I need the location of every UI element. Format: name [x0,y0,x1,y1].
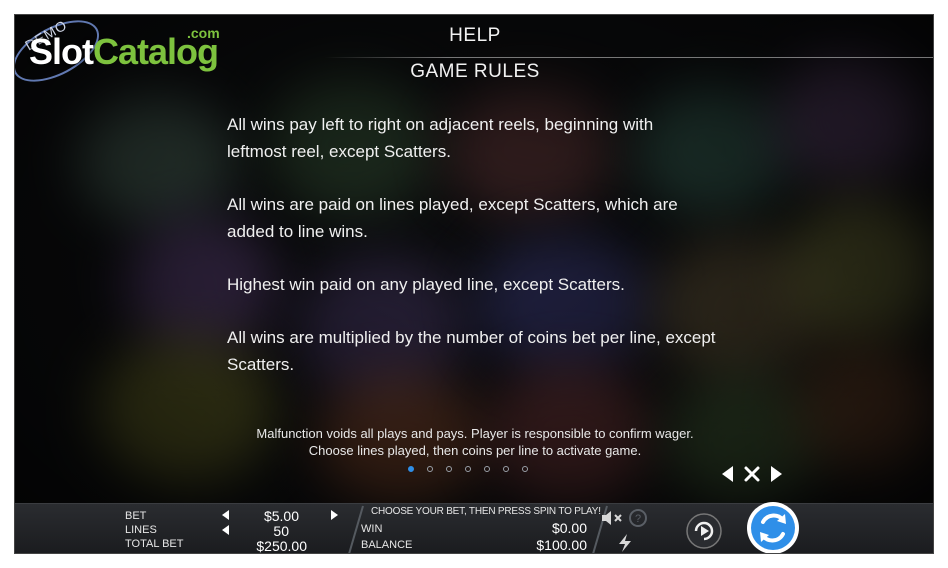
page-dot-2[interactable] [427,466,433,472]
help-title: HELP [449,25,501,46]
bet-increase-icon[interactable] [329,509,339,521]
bet-label: BET [125,510,147,522]
rule-item: All wins are multiplied by the number of… [227,328,716,374]
page-dot-4[interactable] [465,466,471,472]
win-label: WIN [361,523,383,535]
page-dot-7[interactable] [522,466,528,472]
spin-prompt: CHOOSE YOUR BET, THEN PRESS SPIN TO PLAY… [371,506,601,517]
total-bet-label: TOTAL BET [125,538,184,550]
page-indicator [408,466,528,476]
header-divider [325,57,933,58]
autoplay-icon[interactable] [685,512,723,550]
lines-label: LINES [125,524,157,536]
total-bet-value: $250.00 [256,538,307,554]
turbo-icon[interactable] [613,532,637,554]
sound-off-icon[interactable] [599,508,625,528]
page-dot-3[interactable] [446,466,452,472]
section-title: GAME RULES [410,61,540,82]
rules-list: All wins pay left to right on adjacent r… [227,111,717,404]
lines-decrease-icon[interactable] [221,524,231,536]
spin-button[interactable] [745,500,801,554]
game-window: DEMO SlotCatalog .com HELP GAME RULES Al… [14,14,934,554]
close-icon[interactable] [741,463,763,485]
page-dot-6[interactable] [503,466,509,472]
balance-value: $100.00 [536,537,587,553]
rule-item: All wins pay left to right on adjacent r… [227,115,654,161]
page-dot-1[interactable] [408,466,414,472]
bet-value: $5.00 [263,508,299,524]
triangle-right-icon[interactable] [765,463,787,485]
page-dot-5[interactable] [484,466,490,472]
triangle-left-icon[interactable] [717,463,739,485]
win-value: $0.00 [551,520,587,536]
balance-label: BALANCE [361,539,413,551]
help-icon[interactable]: ? [627,508,649,528]
rule-item: Highest win paid on any played line, exc… [227,275,625,294]
rule-item: All wins are paid on lines played, excep… [227,195,678,241]
bottom-bar: BET LINES TOTAL BET $5.00 50 $250.00 CHO… [15,500,933,554]
svg-text:?: ? [635,513,641,525]
lines-value: 50 [273,523,289,539]
bet-decrease-icon[interactable] [221,509,231,521]
malfunction-note: Malfunction voids all plays and pays. Pl… [256,426,694,458]
